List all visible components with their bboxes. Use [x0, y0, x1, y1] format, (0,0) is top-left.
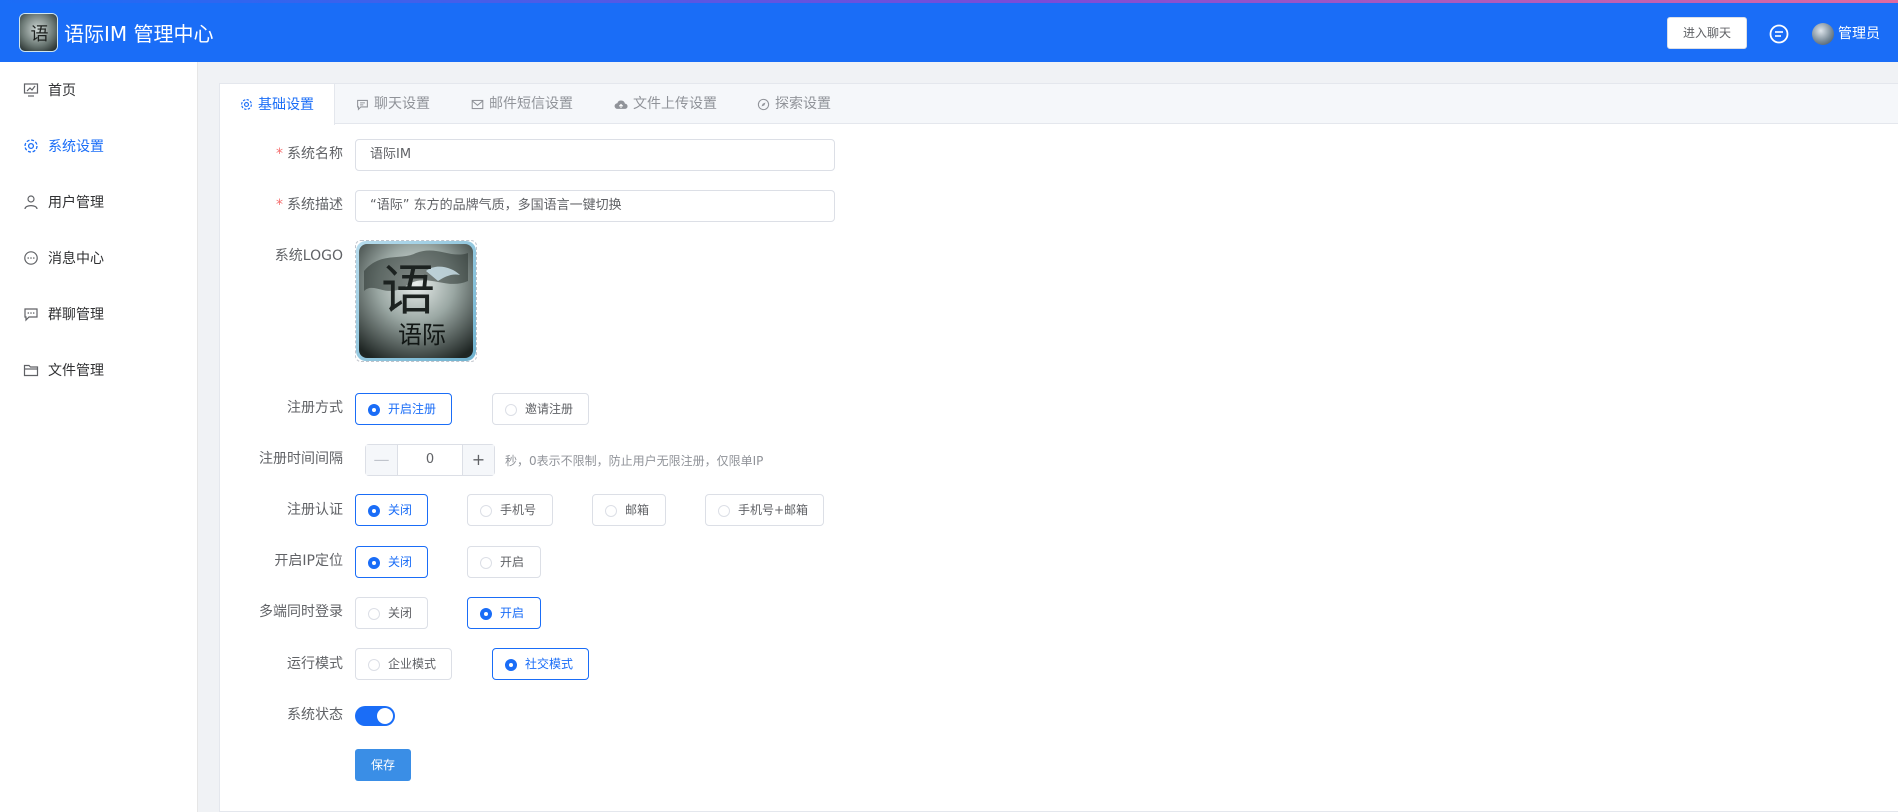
tab-chat-settings[interactable]: 聊天设置 [356, 84, 430, 124]
run-mode-label: 运行模式 [287, 656, 343, 672]
cloud-upload-icon [614, 99, 628, 109]
mail-icon [471, 99, 484, 109]
run-mode-enterprise-radio[interactable]: 企业模式 [355, 648, 452, 680]
tab-mail-sms-settings[interactable]: 邮件短信设置 [471, 84, 573, 124]
multi-login-on-radio[interactable]: 开启 [467, 597, 541, 629]
system-name-input[interactable]: 语际IM [355, 139, 835, 171]
tab-label: 文件上传设置 [633, 96, 717, 112]
decrement-button[interactable]: — [366, 445, 398, 475]
app-header: 语 语际IM 管理中心 进入聊天 管理员 [0, 3, 1898, 62]
tab-label: 基础设置 [258, 96, 314, 113]
chat-icon [357, 99, 368, 111]
gear-icon [24, 139, 38, 153]
system-status-switch[interactable] [355, 706, 395, 726]
admin-name[interactable]: 管理员 [1838, 26, 1880, 42]
sidebar: 首页 系统设置 用户管理 消息中心 群聊管理 文件管理 [0, 62, 198, 812]
ip-location-on-radio[interactable]: 开启 [467, 546, 541, 578]
compass-icon [757, 98, 770, 110]
register-mode-invite-radio[interactable]: 邀请注册 [492, 393, 589, 425]
folder-icon [23, 364, 39, 377]
group-chat-icon [24, 308, 38, 322]
sidebar-item-message-center[interactable]: 消息中心 [0, 230, 197, 286]
register-interval-label: 注册时间间隔 [259, 451, 343, 467]
tab-label: 探索设置 [775, 96, 831, 112]
sidebar-item-label: 消息中心 [48, 251, 104, 267]
ip-location-off-radio[interactable]: 关闭 [355, 546, 428, 578]
register-auth-off-radio[interactable]: 关闭 [355, 494, 428, 526]
register-auth-label: 注册认证 [287, 502, 343, 518]
sidebar-item-user-management[interactable]: 用户管理 [0, 174, 197, 230]
register-interval-hint: 秒，0表示不限制，防止用户无限注册，仅限单IP [505, 454, 764, 468]
multi-login-off-radio[interactable]: 关闭 [355, 597, 428, 629]
sidebar-item-system-settings[interactable]: 系统设置 [0, 118, 197, 174]
tab-file-upload-settings[interactable]: 文件上传设置 [614, 84, 717, 124]
register-mode-label: 注册方式 [287, 400, 343, 416]
system-logo-image: 语 语际 [356, 241, 476, 361]
sidebar-item-label: 首页 [48, 83, 76, 99]
save-button[interactable]: 保存 [355, 749, 411, 781]
register-interval-value[interactable]: 0 [398, 445, 462, 475]
gear-icon [241, 99, 252, 110]
system-status-label: 系统状态 [287, 707, 343, 723]
logo-caption: 语际 [398, 321, 446, 349]
sidebar-item-home[interactable]: 首页 [0, 62, 197, 118]
register-auth-phone-radio[interactable]: 手机号 [467, 494, 553, 526]
chat-bubble-icon[interactable] [1768, 23, 1790, 45]
system-logo-label: 系统LOGO [274, 248, 343, 264]
home-chart-icon [23, 83, 39, 97]
settings-tabs: 基础设置 聊天设置 邮件短信设置 文件上传设置 探索设置 [220, 84, 1898, 125]
logo-big-glyph: 语 [381, 259, 435, 322]
register-mode-open-radio[interactable]: 开启注册 [355, 393, 452, 425]
register-interval-stepper[interactable]: — 0 + [365, 444, 495, 476]
sidebar-item-label: 系统设置 [48, 139, 104, 155]
system-name-label: * 系统名称 [276, 146, 343, 162]
sidebar-item-label: 用户管理 [48, 195, 104, 211]
tab-label: 邮件短信设置 [489, 96, 573, 112]
tab-explore-settings[interactable]: 探索设置 [757, 84, 831, 124]
admin-avatar[interactable] [1812, 23, 1834, 45]
app-title: 语际IM 管理中心 [64, 22, 214, 46]
svg-text:语: 语 [31, 24, 49, 45]
system-desc-input[interactable]: “语际” 东方的品牌气质，多国语言一键切换 [355, 190, 835, 222]
sidebar-item-label: 群聊管理 [48, 307, 104, 323]
register-auth-email-radio[interactable]: 邮箱 [592, 494, 666, 526]
system-desc-label: * 系统描述 [276, 197, 343, 213]
multi-login-label: 多端同时登录 [259, 604, 343, 620]
app-logo: 语 [19, 13, 58, 52]
sidebar-item-label: 文件管理 [48, 363, 104, 379]
enter-chat-button[interactable]: 进入聊天 [1667, 17, 1747, 49]
run-mode-social-radio[interactable]: 社交模式 [492, 648, 589, 680]
user-icon [24, 195, 38, 210]
tab-label: 聊天设置 [374, 96, 430, 112]
register-auth-phone-email-radio[interactable]: 手机号+邮箱 [705, 494, 824, 526]
logo-uploader[interactable]: 语 语际 [355, 240, 477, 362]
increment-button[interactable]: + [462, 445, 494, 475]
message-icon [24, 251, 38, 265]
ip-location-label: 开启IP定位 [274, 553, 343, 569]
tab-basic-settings[interactable]: 基础设置 [220, 84, 335, 125]
sidebar-item-file-management[interactable]: 文件管理 [0, 342, 197, 398]
sidebar-item-group-chat[interactable]: 群聊管理 [0, 286, 197, 342]
